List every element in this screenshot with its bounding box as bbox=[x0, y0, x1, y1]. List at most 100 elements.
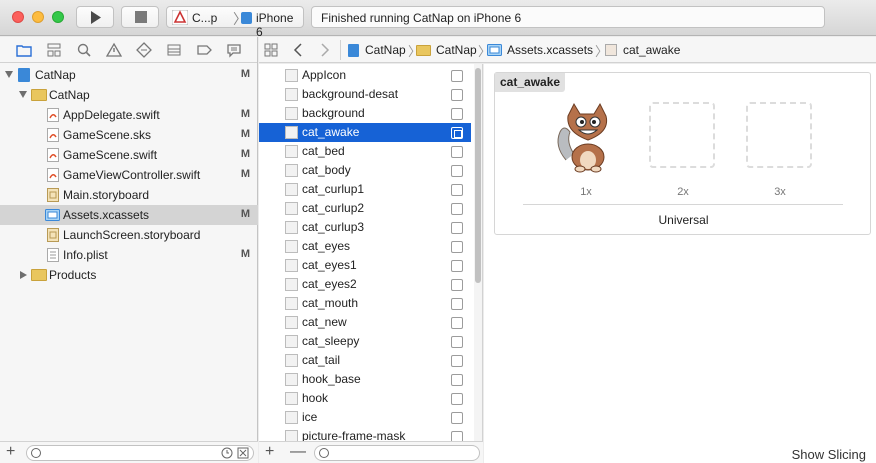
image-slot-1x[interactable] bbox=[552, 102, 618, 173]
close-window-button[interactable] bbox=[12, 11, 24, 23]
asset-checkbox[interactable] bbox=[451, 355, 463, 367]
asset-checkbox[interactable] bbox=[451, 108, 463, 120]
asset-row[interactable]: cat_eyes1 bbox=[259, 256, 471, 275]
asset-checkbox[interactable] bbox=[451, 431, 463, 441]
asset-checkbox[interactable] bbox=[451, 165, 463, 177]
scrollbar-knob[interactable] bbox=[475, 68, 481, 283]
asset-row[interactable]: background bbox=[259, 104, 471, 123]
stop-icon bbox=[135, 11, 147, 23]
folder-icon[interactable] bbox=[16, 42, 32, 58]
jumpbar-item-project[interactable]: CatNap bbox=[365, 43, 406, 57]
scheme-selector[interactable]: C...p 〉 iPhone 6 bbox=[166, 6, 304, 39]
report-icon[interactable] bbox=[226, 42, 242, 58]
asset-row[interactable]: cat_curlup3 bbox=[259, 218, 471, 237]
asset-row[interactable]: hook_base bbox=[259, 370, 471, 389]
debug-icon[interactable] bbox=[166, 42, 182, 58]
tree-row-group[interactable]: CatNap bbox=[0, 85, 258, 105]
disclosure-triangle-icon[interactable] bbox=[19, 91, 27, 98]
image-slot-2x[interactable] bbox=[649, 102, 715, 168]
asset-checkbox[interactable] bbox=[451, 127, 463, 139]
add-asset-button[interactable]: + bbox=[265, 443, 274, 461]
scm-status-badge: M bbox=[240, 68, 250, 80]
test-icon[interactable] bbox=[136, 42, 152, 58]
run-button[interactable] bbox=[76, 6, 114, 28]
tree-row-file[interactable]: GameScene.sks M bbox=[0, 125, 258, 145]
disclosure-triangle-icon[interactable] bbox=[20, 271, 27, 279]
zoom-window-button[interactable] bbox=[52, 11, 64, 23]
navigator-tabs bbox=[0, 37, 257, 63]
jumpbar-item-imageset[interactable]: cat_awake bbox=[623, 43, 680, 57]
asset-name: cat_mouth bbox=[302, 296, 359, 310]
tree-row-group[interactable]: Products bbox=[0, 265, 258, 285]
asset-checkbox[interactable] bbox=[451, 70, 463, 82]
related-items-icon[interactable] bbox=[263, 42, 279, 58]
asset-row[interactable]: cat_mouth bbox=[259, 294, 471, 313]
asset-checkbox[interactable] bbox=[451, 241, 463, 253]
asset-row[interactable]: cat_body bbox=[259, 161, 471, 180]
asset-checkbox[interactable] bbox=[451, 222, 463, 234]
asset-thumbnail-icon bbox=[285, 69, 298, 82]
jumpbar-item-group[interactable]: CatNap bbox=[436, 43, 477, 57]
asset-checkbox[interactable] bbox=[451, 89, 463, 101]
tree-row-file[interactable]: Info.plist M bbox=[0, 245, 258, 265]
tree-row-file[interactable]: AppDelegate.swift M bbox=[0, 105, 258, 125]
asset-filter-field[interactable] bbox=[314, 445, 480, 461]
activity-status: Finished running CatNap on iPhone 6 bbox=[321, 11, 522, 25]
asset-row[interactable]: cat_eyes2 bbox=[259, 275, 471, 294]
asset-checkbox[interactable] bbox=[451, 260, 463, 272]
asset-checkbox[interactable] bbox=[451, 317, 463, 329]
minimize-window-button[interactable] bbox=[32, 11, 44, 23]
tree-row-file[interactable]: GameScene.swift M bbox=[0, 145, 258, 165]
tree-row-file[interactable]: LaunchScreen.storyboard bbox=[0, 225, 258, 245]
asset-row[interactable]: cat_eyes bbox=[259, 237, 471, 256]
asset-row[interactable]: cat_new bbox=[259, 313, 471, 332]
asset-checkbox[interactable] bbox=[451, 298, 463, 310]
asset-checkbox[interactable] bbox=[451, 279, 463, 291]
folder-icon bbox=[416, 45, 431, 56]
asset-row[interactable]: cat_sleepy bbox=[259, 332, 471, 351]
tree-row-label: GameScene.sks bbox=[63, 128, 152, 142]
asset-row[interactable]: picture-frame-mask bbox=[259, 427, 471, 441]
asset-row[interactable]: cat_curlup2 bbox=[259, 199, 471, 218]
asset-checkbox[interactable] bbox=[451, 412, 463, 424]
disclosure-triangle-icon[interactable] bbox=[5, 71, 13, 78]
add-file-button[interactable]: + bbox=[6, 443, 15, 461]
asset-row[interactable]: hook bbox=[259, 389, 471, 408]
image-slot-3x[interactable] bbox=[746, 102, 812, 168]
navigator-filter-field[interactable] bbox=[26, 445, 254, 461]
forward-arrow-icon[interactable] bbox=[320, 43, 330, 57]
asset-list-scrollbar[interactable] bbox=[474, 64, 482, 441]
tree-row-project[interactable]: CatNap M bbox=[0, 65, 258, 85]
asset-row[interactable]: ice bbox=[259, 408, 471, 427]
folder-icon bbox=[31, 269, 47, 281]
tree-row-file[interactable]: Main.storyboard bbox=[0, 185, 258, 205]
tree-row-label: AppDelegate.swift bbox=[63, 108, 160, 122]
jumpbar-item-catalog[interactable]: Assets.xcassets bbox=[507, 43, 593, 57]
asset-checkbox[interactable] bbox=[451, 184, 463, 196]
asset-checkbox[interactable] bbox=[451, 203, 463, 215]
breakpoint-icon[interactable] bbox=[196, 42, 212, 58]
recent-files-icon[interactable] bbox=[221, 447, 233, 459]
asset-row[interactable]: cat_curlup1 bbox=[259, 180, 471, 199]
asset-name: background-desat bbox=[302, 87, 399, 101]
stop-button[interactable] bbox=[121, 6, 159, 28]
asset-checkbox[interactable] bbox=[451, 374, 463, 386]
asset-row[interactable]: cat_bed bbox=[259, 142, 471, 161]
tree-row-file-selected[interactable]: Assets.xcassets M bbox=[0, 205, 258, 225]
asset-checkbox[interactable] bbox=[451, 146, 463, 158]
scm-filter-icon[interactable] bbox=[237, 447, 249, 459]
asset-checkbox[interactable] bbox=[451, 393, 463, 405]
back-arrow-icon[interactable] bbox=[293, 43, 303, 57]
asset-row-selected[interactable]: cat_awake bbox=[259, 123, 471, 142]
asset-row[interactable]: AppIcon bbox=[259, 66, 471, 85]
tree-row-file[interactable]: GameViewController.swift M bbox=[0, 165, 258, 185]
asset-row[interactable]: background-desat bbox=[259, 85, 471, 104]
asset-checkbox[interactable] bbox=[451, 336, 463, 348]
hierarchy-icon[interactable] bbox=[46, 42, 62, 58]
asset-row[interactable]: cat_tail bbox=[259, 351, 471, 370]
search-icon[interactable] bbox=[76, 42, 92, 58]
app-scheme-icon bbox=[172, 10, 188, 25]
warning-icon[interactable] bbox=[106, 42, 122, 58]
show-slicing-button[interactable]: Show Slicing bbox=[792, 447, 866, 462]
remove-asset-button[interactable]: — bbox=[290, 443, 306, 461]
